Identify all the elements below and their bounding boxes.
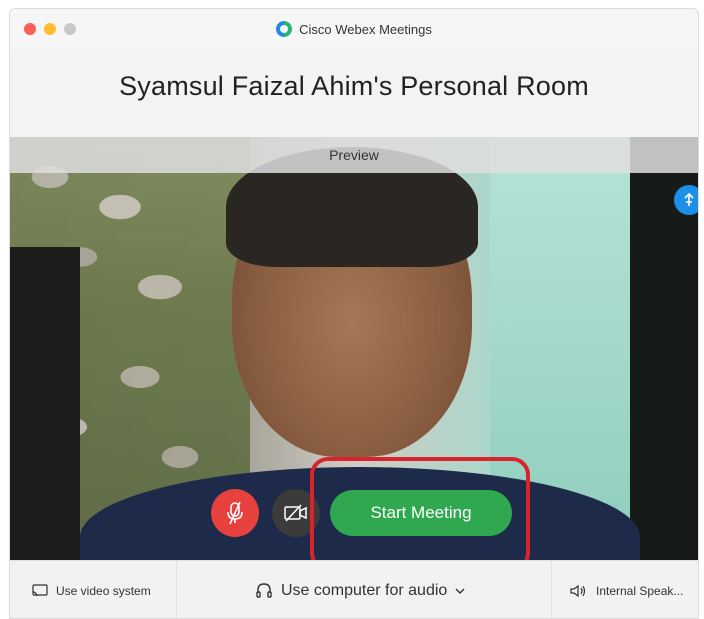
mute-button[interactable] <box>211 489 259 537</box>
use-video-system-button[interactable]: Use video system <box>32 584 151 598</box>
speaker-label: Internal Speak... <box>596 583 684 598</box>
highlight-annotation <box>310 457 530 571</box>
speaker-icon <box>570 584 586 597</box>
bottom-bar: Use video system Use computer for audio … <box>10 560 698 618</box>
app-title-text: Cisco Webex Meetings <box>299 21 432 37</box>
headset-icon <box>256 582 272 598</box>
chevron-down-icon <box>455 588 465 594</box>
pin-icon <box>684 193 694 206</box>
video-off-icon <box>284 504 307 522</box>
webex-window: Cisco Webex Meetings Syamsul Faizal Ahim… <box>9 8 699 619</box>
preview-bar: Preview <box>10 137 698 173</box>
app-title: Cisco Webex Meetings <box>276 21 432 37</box>
microphone-muted-icon <box>227 501 243 525</box>
side-panel-button[interactable] <box>674 185 698 215</box>
minimize-window-button[interactable] <box>44 23 56 35</box>
preview-label: Preview <box>329 147 379 163</box>
divider <box>551 561 552 618</box>
background-shelf <box>10 247 80 560</box>
room-title: Syamsul Faizal Ahim's Personal Room <box>119 71 589 101</box>
zoom-window-button[interactable] <box>64 23 76 35</box>
audio-label: Use computer for audio <box>281 581 448 599</box>
speaker-dropdown[interactable]: Internal Speak... <box>570 584 683 598</box>
window-controls <box>24 23 76 35</box>
close-window-button[interactable] <box>24 23 36 35</box>
divider <box>176 561 177 618</box>
title-bar: Cisco Webex Meetings <box>10 9 698 49</box>
webex-logo-icon <box>276 21 293 37</box>
cast-screen-icon <box>32 583 48 596</box>
audio-connection-dropdown[interactable]: Use computer for audio <box>255 582 465 600</box>
use-video-system-label: Use video system <box>56 583 151 598</box>
